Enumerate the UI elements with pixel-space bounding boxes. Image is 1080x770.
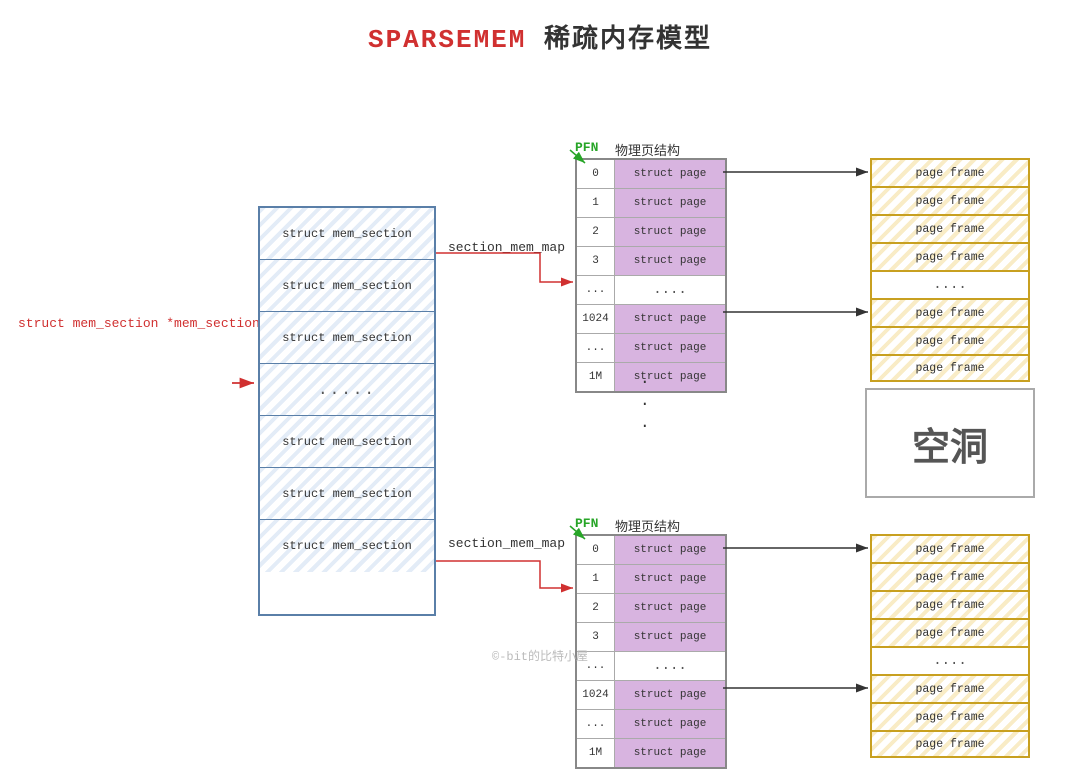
pfn-row-1: 1struct page xyxy=(577,565,725,594)
page-frame-2: page frame xyxy=(870,590,1030,618)
pfn-row-0: 0struct page xyxy=(577,160,725,189)
pfn-table-top: 0struct page1struct page2struct page3str… xyxy=(575,158,727,393)
pfn-index-1: 1 xyxy=(577,189,615,217)
mem-section-box: struct mem_sectionstruct mem_sectionstru… xyxy=(258,206,436,616)
page-title: SPARSEMEM 稀疏内存模型 xyxy=(0,0,1080,55)
pfn-row-2: 2struct page xyxy=(577,594,725,623)
title-red: SPARSEMEM xyxy=(368,25,526,55)
pfn-index-7: 1M xyxy=(577,739,615,767)
pfn-cell-3: struct page xyxy=(615,623,725,651)
pfn-row-4: ....... xyxy=(577,652,725,681)
pfn-cell-4: .... xyxy=(615,652,725,680)
pfn-index-4: ... xyxy=(577,276,615,304)
pfn-cell-4: .... xyxy=(615,276,725,304)
dot3: · xyxy=(640,417,650,435)
pfn-row-6: ...struct page xyxy=(577,710,725,739)
page-frame-0: page frame xyxy=(870,534,1030,562)
section-mem-map-bot-label: section_mem_map xyxy=(448,536,565,551)
pfn-desc-top: 物理页结构 xyxy=(615,140,680,159)
pfn-desc-bot: 物理页结构 xyxy=(615,516,680,535)
pfn-label-top: PFN xyxy=(575,140,598,155)
page-frame-3: page frame xyxy=(870,618,1030,646)
page-frame-4: .... xyxy=(870,270,1030,298)
section-mem-map-top-label: section_mem_map xyxy=(448,240,565,255)
pfn-index-6: ... xyxy=(577,710,615,738)
pfn-cell-1: struct page xyxy=(615,189,725,217)
pfn-row-0: 0struct page xyxy=(577,536,725,565)
page-frames-bot: page framepage framepage framepage frame… xyxy=(870,534,1030,758)
pfn-cell-2: struct page xyxy=(615,218,725,246)
page-frame-7: page frame xyxy=(870,354,1030,382)
pfn-cell-1: struct page xyxy=(615,565,725,593)
pfn-cell-5: struct page xyxy=(615,305,725,333)
watermark: ©-bit的比特小屋 xyxy=(492,647,588,664)
pfn-row-2: 2struct page xyxy=(577,218,725,247)
page-container: SPARSEMEM 稀疏内存模型 struct mem_section *mem… xyxy=(0,0,1080,712)
pfn-row-6: ...struct page xyxy=(577,334,725,363)
page-frame-4: .... xyxy=(870,646,1030,674)
page-frame-1: page frame xyxy=(870,186,1030,214)
mem-section-row-4: struct mem_section xyxy=(260,416,434,468)
mem-section-row-6: struct mem_section xyxy=(260,520,434,572)
pfn-table-bot: 0struct page1struct page2struct page3str… xyxy=(575,534,727,769)
page-frame-2: page frame xyxy=(870,214,1030,242)
page-frame-6: page frame xyxy=(870,326,1030,354)
page-frame-0: page frame xyxy=(870,158,1030,186)
pfn-label-bot: PFN xyxy=(575,516,598,531)
mem-section-row-2: struct mem_section xyxy=(260,312,434,364)
mem-section-row-1: struct mem_section xyxy=(260,260,434,312)
page-frame-5: page frame xyxy=(870,674,1030,702)
pfn-row-5: 1024struct page xyxy=(577,681,725,710)
pfn-row-3: 3struct page xyxy=(577,623,725,652)
pfn-index-0: 0 xyxy=(577,160,615,188)
pfn-index-0: 0 xyxy=(577,536,615,564)
page-frame-5: page frame xyxy=(870,298,1030,326)
pfn-cell-7: struct page xyxy=(615,739,725,767)
pfn-cell-3: struct page xyxy=(615,247,725,275)
page-frame-7: page frame xyxy=(870,730,1030,758)
pfn-index-1: 1 xyxy=(577,565,615,593)
pfn-index-3: 3 xyxy=(577,247,615,275)
pfn-row-5: 1024struct page xyxy=(577,305,725,334)
pfn-cell-0: struct page xyxy=(615,160,725,188)
pfn-cell-0: struct page xyxy=(615,536,725,564)
pfn-index-2: 2 xyxy=(577,594,615,622)
pfn-cell-7: struct page xyxy=(615,363,725,391)
hollow-area: 空洞 xyxy=(865,388,1035,498)
diagram-area: struct mem_section *mem_section struct m… xyxy=(0,58,1080,712)
page-frame-6: page frame xyxy=(870,702,1030,730)
page-frame-1: page frame xyxy=(870,562,1030,590)
dot1: · xyxy=(640,373,650,391)
pfn-row-4: ....... xyxy=(577,276,725,305)
pfn-cell-6: struct page xyxy=(615,710,725,738)
page-frame-3: page frame xyxy=(870,242,1030,270)
pfn-index-6: ... xyxy=(577,334,615,362)
mem-section-row-5: struct mem_section xyxy=(260,468,434,520)
page-frames-top: page framepage framepage framepage frame… xyxy=(870,158,1030,382)
pfn-cell-2: struct page xyxy=(615,594,725,622)
pfn-cell-5: struct page xyxy=(615,681,725,709)
pfn-row-3: 3struct page xyxy=(577,247,725,276)
mem-section-row-3: ..... xyxy=(260,364,434,416)
pfn-row-7: 1Mstruct page xyxy=(577,363,725,391)
dot2: · xyxy=(640,395,650,413)
pfn-cell-6: struct page xyxy=(615,334,725,362)
pfn-index-5: 1024 xyxy=(577,681,615,709)
middle-dots: · · · xyxy=(640,373,650,435)
pfn-index-7: 1M xyxy=(577,363,615,391)
hollow-label: 空洞 xyxy=(912,416,988,471)
mem-section-row-0: struct mem_section xyxy=(260,208,434,260)
pfn-row-1: 1struct page xyxy=(577,189,725,218)
title-black: 稀疏内存模型 xyxy=(526,25,712,55)
pfn-index-2: 2 xyxy=(577,218,615,246)
pfn-row-7: 1Mstruct page xyxy=(577,739,725,767)
pointer-label: struct mem_section *mem_section xyxy=(18,316,260,331)
pfn-index-5: 1024 xyxy=(577,305,615,333)
